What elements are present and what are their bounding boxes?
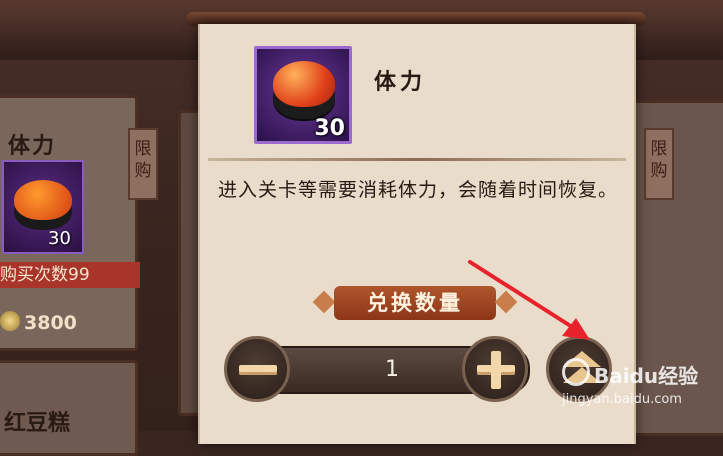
quantity-label-banner: 兑换数量	[312, 286, 518, 320]
shop-item-price: 3800	[24, 312, 77, 334]
limit-tag-left: 限购	[128, 128, 158, 200]
paw-icon	[562, 358, 590, 386]
item-name: 体力	[374, 70, 427, 95]
diamond-ornament-icon	[494, 290, 518, 314]
divider	[208, 158, 626, 161]
decrease-button[interactable]	[224, 336, 290, 402]
quantity-value[interactable]: 1	[356, 348, 428, 392]
watermark-url: jingyan.baidu.com	[562, 392, 682, 407]
sushi-icon	[14, 180, 72, 220]
shop-item-title: 体力	[8, 134, 57, 159]
baidu-watermark: Baidu经验 jingyan.baidu.com	[560, 356, 720, 416]
item-description: 进入关卡等需要消耗体力，会随着时间恢复。	[218, 179, 619, 201]
plus-icon-vertical	[491, 351, 501, 389]
shop-item-thumbnail	[2, 160, 84, 254]
coin-icon	[0, 311, 20, 331]
watermark-brand: Baidu经验	[594, 364, 699, 388]
limit-tag-right: 限购	[644, 128, 674, 200]
shop-item-count: 30	[48, 228, 71, 249]
diamond-ornament-icon	[312, 290, 336, 314]
buy-count-label: 购买次数99	[0, 262, 140, 288]
increase-button[interactable]	[462, 336, 528, 402]
item-icon-frame: 30	[254, 46, 352, 144]
item-count: 30	[314, 116, 345, 141]
minus-icon	[239, 365, 277, 375]
sushi-icon	[273, 61, 335, 107]
shop-bottom-item-title: 红豆糕	[4, 411, 71, 436]
quantity-label: 兑换数量	[334, 286, 496, 320]
